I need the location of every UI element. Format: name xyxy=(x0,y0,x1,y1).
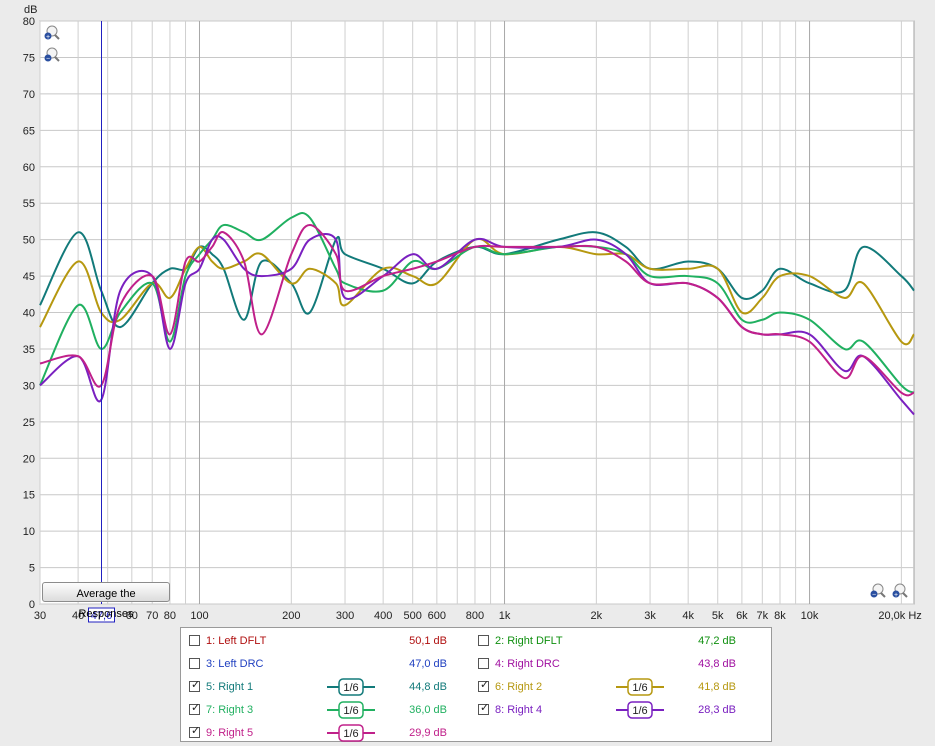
smoothing-label: 1/6 xyxy=(343,728,358,740)
legend-label[interactable]: 9: Right 5 xyxy=(206,724,253,742)
legend-label[interactable]: 2: Right DFLT xyxy=(495,632,563,650)
y-tick-label: 70 xyxy=(23,89,35,101)
legend-checkbox[interactable] xyxy=(189,658,200,669)
legend-checkbox[interactable]: ✓ xyxy=(478,702,490,715)
legend-item: 4: Right DRC 43,8 dB xyxy=(478,655,760,673)
legend-checkbox[interactable] xyxy=(478,658,489,669)
x-tick-label: 10k xyxy=(801,610,819,622)
y-tick-label: 30 xyxy=(23,380,35,392)
legend-item: ✓ 6: Right 2 1/6 41,8 dB xyxy=(478,678,760,696)
legend-checkbox[interactable] xyxy=(478,635,489,646)
legend-value: 47,0 dB xyxy=(409,658,447,670)
check-icon: ✓ xyxy=(480,702,490,714)
x-tick-label: 600 xyxy=(428,610,446,622)
smoothing-label: 1/6 xyxy=(343,682,358,694)
legend-item: 2: Right DFLT 47,2 dB xyxy=(478,632,760,650)
x-tick-label: 70 xyxy=(146,610,158,622)
x-tick-label: 7k xyxy=(756,610,768,622)
x-tick-label: 200 xyxy=(282,610,300,622)
legend-value: 36,0 dB xyxy=(409,704,447,716)
legend-value: 29,9 dB xyxy=(409,727,447,739)
svg-text:−: − xyxy=(46,56,50,63)
y-tick-label: 50 xyxy=(23,235,35,247)
legend-checkbox[interactable]: ✓ xyxy=(189,702,201,715)
y-tick-label: 60 xyxy=(23,162,35,174)
x-tick-label: 400 xyxy=(374,610,392,622)
legend-item: 3: Left DRC 47,0 dB xyxy=(189,655,471,673)
y-tick-label: 5 xyxy=(29,563,35,575)
check-icon: ✓ xyxy=(191,702,201,714)
legend-value: 47,2 dB xyxy=(698,635,736,647)
x-tick-label: 800 xyxy=(466,610,484,622)
svg-text:−: − xyxy=(872,592,876,599)
legend-item: ✓ 8: Right 4 1/6 28,3 dB xyxy=(478,701,760,719)
legend-value: 44,8 dB xyxy=(409,681,447,693)
check-icon: ✓ xyxy=(191,679,201,691)
legend-checkbox[interactable]: ✓ xyxy=(478,679,490,692)
x-tick-label: 5k xyxy=(712,610,724,622)
y-tick-labels: 05101520253035404550556065707580 xyxy=(23,16,35,611)
check-icon: ✓ xyxy=(191,725,201,737)
x-tick-label: 20,0k Hz xyxy=(878,610,921,622)
svg-text:+: + xyxy=(46,34,50,41)
y-tick-label: 10 xyxy=(23,526,35,538)
svg-text:+: + xyxy=(894,592,898,599)
legend-value: 28,3 dB xyxy=(698,704,736,716)
legend-label[interactable]: 4: Right DRC xyxy=(495,655,560,673)
legend-item: 1: Left DFLT 50,1 dB xyxy=(189,632,471,650)
legend-label[interactable]: 7: Right 3 xyxy=(206,701,253,719)
legend-label[interactable]: 3: Left DRC xyxy=(206,655,263,673)
y-tick-label: 35 xyxy=(23,344,35,356)
x-tick-label: 6k xyxy=(736,610,748,622)
smoothing-label: 1/6 xyxy=(343,705,358,717)
x-tick-label: 3k xyxy=(644,610,656,622)
x-tick-label: 30 xyxy=(34,610,46,622)
y-tick-label: 20 xyxy=(23,453,35,465)
y-tick-label: 80 xyxy=(23,16,35,28)
y-tick-label: 25 xyxy=(23,417,35,429)
y-axis-label: dB xyxy=(24,4,37,16)
legend-checkbox[interactable]: ✓ xyxy=(189,679,201,692)
average-responses-button[interactable]: Average the Responses xyxy=(42,582,170,620)
legend-label[interactable]: 5: Right 1 xyxy=(206,678,253,696)
smoothing-label: 1/6 xyxy=(632,682,647,694)
legend-label[interactable]: 1: Left DFLT xyxy=(206,632,266,650)
x-tick-label: 8k xyxy=(774,610,786,622)
y-tick-label: 75 xyxy=(23,52,35,64)
y-tick-label: 65 xyxy=(23,125,35,137)
legend-checkbox[interactable]: ✓ xyxy=(189,725,201,738)
legend-value: 43,8 dB xyxy=(698,658,736,670)
smoothing-label: 1/6 xyxy=(632,705,647,717)
x-tick-label: 100 xyxy=(190,610,208,622)
y-tick-label: 55 xyxy=(23,198,35,210)
legend-label[interactable]: 6: Right 2 xyxy=(495,678,542,696)
x-tick-label: 500 xyxy=(404,610,422,622)
x-tick-labels: 30406070801002003004005006008001k2k3k4k5… xyxy=(34,610,922,622)
y-tick-label: 40 xyxy=(23,308,35,320)
legend-item: ✓ 9: Right 5 1/6 29,9 dB xyxy=(189,724,471,742)
legend-panel: 1: Left DFLT 50,1 dB 2: Right DFLT 47,2 dB 3… xyxy=(180,627,772,742)
legend-item: ✓ 5: Right 1 1/6 44,8 dB xyxy=(189,678,471,696)
check-icon: ✓ xyxy=(480,679,490,691)
y-tick-label: 15 xyxy=(23,490,35,502)
legend-value: 50,1 dB xyxy=(409,635,447,647)
legend-value: 41,8 dB xyxy=(698,681,736,693)
x-tick-label: 80 xyxy=(164,610,176,622)
x-tick-label: 300 xyxy=(336,610,354,622)
y-tick-label: 45 xyxy=(23,271,35,283)
frequency-response-chart[interactable]: 05101520253035404550556065707580 3040607… xyxy=(0,0,935,625)
x-tick-label: 4k xyxy=(682,610,694,622)
legend-item: ✓ 7: Right 3 1/6 36,0 dB xyxy=(189,701,471,719)
x-tick-label: 2k xyxy=(591,610,603,622)
x-tick-label: 1k xyxy=(499,610,511,622)
legend-label[interactable]: 8: Right 4 xyxy=(495,701,542,719)
legend-checkbox[interactable] xyxy=(189,635,200,646)
